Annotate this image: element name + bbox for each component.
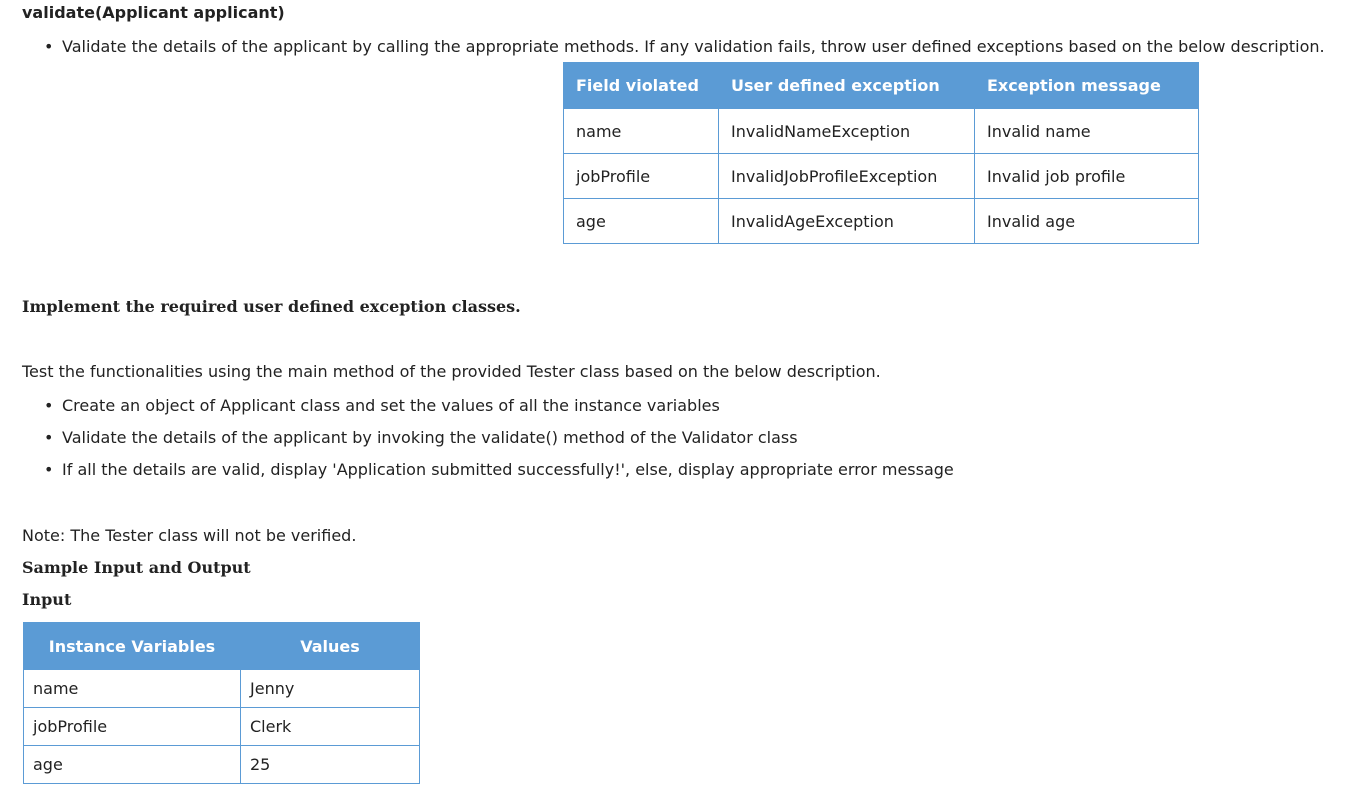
bullet-marker: •: [44, 396, 54, 415]
test-intro: Test the functionalities using the main …: [22, 362, 881, 381]
bullet-marker: •: [44, 428, 54, 447]
bullet-marker: •: [44, 37, 54, 56]
method-heading: validate(Applicant applicant): [22, 3, 285, 22]
table-row: name Jenny: [23, 669, 420, 708]
header-instance-variables: Instance Variables: [23, 622, 241, 670]
table-row: jobProfile InvalidJobProfileException In…: [563, 153, 1199, 199]
table-cell: InvalidJobProfileException: [718, 153, 975, 199]
table-cell: name: [23, 669, 241, 708]
note-text: Note: The Tester class will not be verif…: [22, 526, 357, 545]
table-row: age InvalidAgeException Invalid age: [563, 198, 1199, 244]
validate-description: Validate the details of the applicant by…: [62, 37, 1325, 56]
input-heading: Input: [22, 590, 72, 609]
table-cell: age: [23, 745, 241, 784]
table-cell: Invalid age: [974, 198, 1199, 244]
header-field-violated: Field violated: [563, 62, 719, 109]
table-cell: Jenny: [240, 669, 420, 708]
header-exception-message: Exception message: [974, 62, 1199, 109]
exception-table: Field violated User defined exception Ex…: [563, 62, 1199, 244]
table-cell: jobProfile: [563, 153, 719, 199]
implement-heading: Implement the required user defined exce…: [22, 297, 521, 316]
table-row: name InvalidNameException Invalid name: [563, 108, 1199, 154]
table-cell: name: [563, 108, 719, 154]
table-row: age 25: [23, 745, 420, 784]
table-cell: Clerk: [240, 707, 420, 746]
test-bullet-2: Validate the details of the applicant by…: [62, 428, 798, 447]
input-table-header: Instance Variables Values: [23, 622, 420, 670]
test-bullet-3: If all the details are valid, display 'A…: [62, 460, 954, 479]
table-cell: Invalid name: [974, 108, 1199, 154]
table-cell: InvalidAgeException: [718, 198, 975, 244]
table-cell: age: [563, 198, 719, 244]
table-cell: 25: [240, 745, 420, 784]
table-cell: InvalidNameException: [718, 108, 975, 154]
table-cell: Invalid job profile: [974, 153, 1199, 199]
header-user-defined-exception: User defined exception: [718, 62, 975, 109]
exception-table-header: Field violated User defined exception Ex…: [563, 62, 1199, 109]
sample-heading: Sample Input and Output: [22, 558, 251, 577]
test-bullet-1: Create an object of Applicant class and …: [62, 396, 720, 415]
input-table: Instance Variables Values name Jenny job…: [23, 622, 420, 784]
header-values: Values: [240, 622, 420, 670]
bullet-marker: •: [44, 460, 54, 479]
table-cell: jobProfile: [23, 707, 241, 746]
table-row: jobProfile Clerk: [23, 707, 420, 746]
